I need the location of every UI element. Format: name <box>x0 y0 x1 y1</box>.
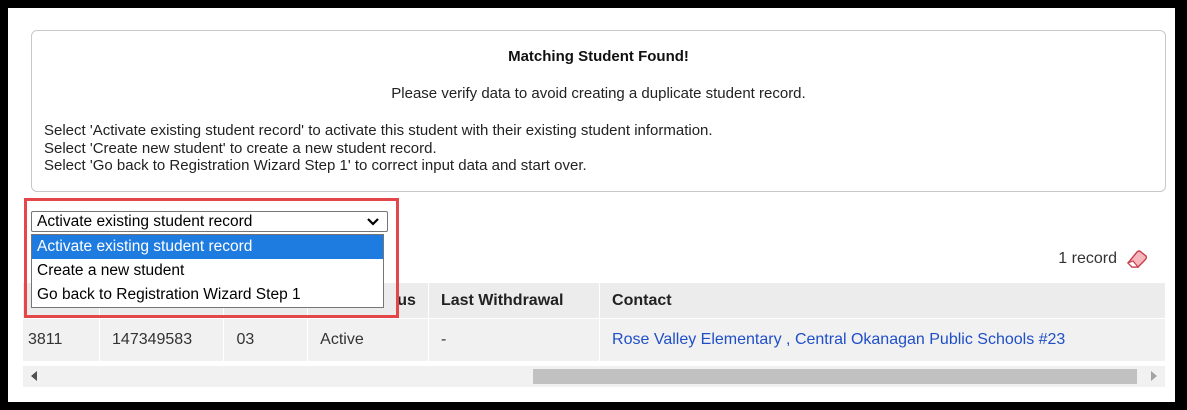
col-header-contact[interactable]: Contact <box>599 283 1165 319</box>
notice-subtitle: Please verify data to avoid creating a d… <box>391 85 806 102</box>
cell-contact: Rose Valley Elementary , Central Okanaga… <box>599 318 1165 361</box>
action-select-value: Activate existing student record <box>37 213 253 230</box>
notice-title: Matching Student Found! <box>508 48 689 65</box>
district-link[interactable]: Central Okanagan Public Schools #23 <box>795 331 1065 348</box>
record-count: 1 record <box>1058 250 1117 267</box>
instruction-line: Select 'Create new student' to create a … <box>44 139 437 157</box>
option-go-back-step1[interactable]: Go back to Registration Wizard Step 1 <box>32 283 383 307</box>
cell-grade: 03 <box>223 318 308 361</box>
table-row[interactable]: 3811 147349583 03 Active - Rose Valley E… <box>23 318 1165 361</box>
option-create-new-student[interactable]: Create a new student <box>32 259 383 283</box>
instruction-line: Select 'Activate existing student record… <box>44 122 713 139</box>
matching-student-notice: Matching Student Found! Please verify da… <box>31 30 1166 192</box>
action-select-options: Activate existing student record Create … <box>31 234 384 308</box>
page-frame: Matching Student Found! Please verify da… <box>8 8 1175 402</box>
horizontal-scrollbar[interactable] <box>23 366 1165 387</box>
instruction-line: Select 'Go back to Registration Wizard S… <box>44 157 587 174</box>
scroll-right-arrow[interactable] <box>1151 371 1157 381</box>
eraser-icon[interactable] <box>1125 248 1149 268</box>
scroll-left-arrow[interactable] <box>31 371 37 381</box>
cell-last-withdrawal: - <box>427 318 600 361</box>
option-activate-existing[interactable]: Activate existing student record <box>32 235 383 259</box>
cell-status: Active <box>307 318 429 361</box>
school-link[interactable]: Rose Valley Elementary <box>612 331 782 348</box>
cell-id: 3811 <box>23 318 100 361</box>
notice-instructions: Select 'Activate existing student record… <box>44 122 713 175</box>
scroll-thumb[interactable] <box>533 369 1137 384</box>
chevron-down-icon <box>367 218 379 226</box>
action-select[interactable]: Activate existing student record <box>31 211 388 232</box>
cell-number: 147349583 <box>99 318 224 361</box>
contact-separator: , <box>781 331 795 348</box>
col-header-last-withdrawal[interactable]: Last Withdrawal <box>427 283 600 319</box>
